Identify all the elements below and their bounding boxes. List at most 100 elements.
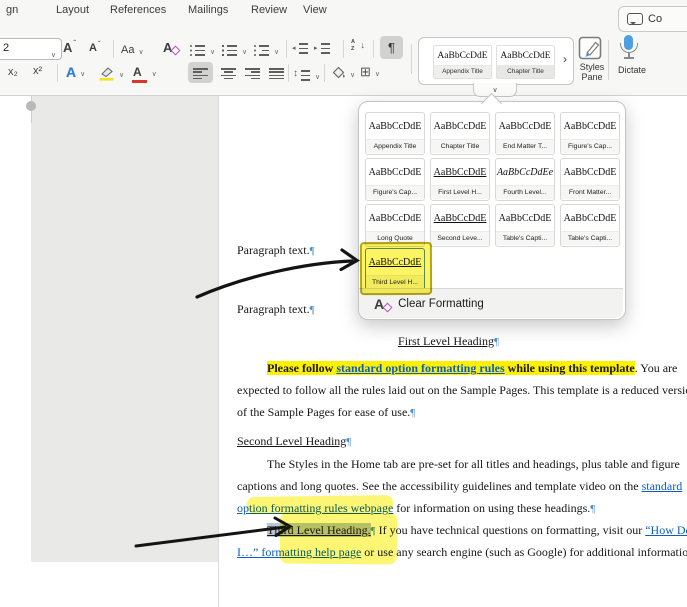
line-spacing-button[interactable] [293,66,320,84]
separator [286,40,287,58]
hyperlink[interactable]: standard option formatting rules [336,361,505,375]
style-label: End Matter T... [496,139,554,153]
line-spacing-icon [293,68,311,81]
chevron-down-icon[interactable] [49,44,56,62]
style-preview: AaBbCcDdE [500,51,551,61]
menu-style-second-level-heading[interactable]: AaBbCcDdE Second Leve... [430,204,490,247]
justify-button[interactable] [264,62,289,83]
increase-indent-icon [314,42,331,54]
grow-font-button[interactable]: Aˆ [63,39,76,55]
style-label: Appendix Title [434,65,491,78]
show-paragraph-marks-button[interactable]: ¶ [380,36,403,59]
paragraph-text-1[interactable]: Paragraph text.¶ [237,243,315,259]
style-preview: AaBbCcDdE [433,167,487,178]
style-preview: AaBbCcDdE [563,121,617,132]
style-label: First Level H... [431,185,489,199]
align-center-button[interactable] [216,62,241,83]
gallery-expand-icon[interactable]: › [563,52,567,66]
hyperlink[interactable]: “How Do [645,523,687,537]
tab-view[interactable]: View [303,4,327,16]
gallery-open-connector[interactable] [473,83,517,97]
shading-button[interactable] [331,64,355,82]
menu-style-fourth-level[interactable]: AaBbCcDdEe Fourth Level... [495,158,555,201]
clear-formatting-icon: A [374,295,385,312]
dictate-label: Dictate [617,65,646,75]
bullet-list-button[interactable] [189,41,215,59]
grow-font-icon: A [63,40,73,55]
styles-gallery: AaBbCcDdE Appendix Title AaBbCcDdE Chapt… [418,37,574,85]
menu-style-front-matter[interactable]: AaBbCcDdE Front Matter... [560,158,620,201]
style-appendix-title[interactable]: AaBbCcDdE Appendix Title [433,45,492,79]
align-left-button[interactable] [188,62,213,83]
intro-line-2[interactable]: expected to follow all the rules laid ou… [237,383,687,399]
menu-style-end-matter[interactable]: AaBbCcDdE End Matter T... [495,112,555,155]
superscript-button[interactable]: x² [33,65,42,77]
hyperlink[interactable]: standard [642,479,683,493]
intro-line-3[interactable]: of the Sample Pages for ease of use.¶ [237,405,415,421]
tab-references[interactable]: References [110,4,166,16]
styles-par-line-1[interactable]: The Styles in the Home tab are pre-set f… [267,457,680,473]
styles-pane-label: Styles [579,62,605,72]
first-level-heading[interactable]: First Level Heading¶ [237,334,660,350]
comment-bubble-icon [627,13,643,25]
text-run: captions and long quotes. See the access… [237,479,642,493]
clear-formatting-button[interactable]: A [163,40,172,55]
paragraph-text-2[interactable]: Paragraph text.¶ [237,302,315,318]
font-size-input[interactable]: 2 [0,38,62,60]
heading-text: First Level Heading [398,334,494,348]
menu-style-appendix-title[interactable]: AaBbCcDdE Appendix Title [365,112,425,155]
intro-line-1[interactable]: Please follow standard option formatting… [267,361,677,377]
style-label: Appendix Title [366,139,424,153]
pilcrow-mark: ¶ [590,503,596,515]
style-preview: AaBbCcDdEe [496,167,554,178]
comments-button[interactable]: Co [618,6,687,32]
dictate-button[interactable]: Dictate [606,65,658,75]
style-preview: AaBbCcDdE [437,51,488,61]
tab-design[interactable]: gn [6,4,18,16]
style-chapter-title[interactable]: AaBbCcDdE Chapter Title [496,45,555,79]
separator [324,64,325,82]
menu-style-first-level-heading[interactable]: AaBbCcDdE First Level H... [430,158,490,201]
pilcrow-mark: ¶ [410,407,416,419]
pilcrow-mark: ¶ [309,304,315,316]
tab-mailings[interactable]: Mailings [188,4,228,16]
style-label: Table's Capti... [496,231,554,245]
sort-button[interactable] [351,39,366,54]
second-level-heading[interactable]: Second Level Heading¶ [237,434,351,450]
menu-style-tables-caption-2[interactable]: AaBbCcDdE Table's Capti... [560,204,620,247]
dictate-mic-icon[interactable] [618,35,640,61]
increase-indent-button[interactable] [314,42,331,54]
heading-text: Second Level Heading [237,434,347,448]
menu-style-figures-caption-2[interactable]: AaBbCcDdE Figure's Cap... [365,158,425,201]
tab-review[interactable]: Review [251,4,287,16]
text-effects-button[interactable]: A [66,63,85,81]
borders-button[interactable]: ⊞ [360,63,380,81]
font-color-button[interactable]: A [132,63,157,83]
style-label: Figure's Cap... [561,139,619,153]
multilevel-list-button[interactable] [253,41,279,59]
shrink-font-button[interactable]: Aˇ [89,40,101,55]
align-right-button[interactable] [240,62,265,83]
styles-pane-icon[interactable] [578,36,604,62]
subscript-button[interactable]: x₂ [8,66,18,78]
decrease-indent-button[interactable] [292,42,309,54]
menu-style-long-quote[interactable]: AaBbCcDdE Long Quote [365,204,425,247]
highlight-color-button[interactable] [98,64,124,82]
menu-style-tables-caption[interactable]: AaBbCcDdE Table's Capti... [495,204,555,247]
yellow-marker-third-heading [279,511,398,565]
style-preview: AaBbCcDdE [563,167,617,178]
menu-style-figures-caption[interactable]: AaBbCcDdE Figure's Cap... [560,112,620,155]
style-preview: AaBbCcDdE [368,213,422,224]
scroll-knob[interactable] [26,101,36,111]
tab-layout[interactable]: Layout [56,4,89,16]
font-color-icon: A [132,65,147,83]
separator [343,40,344,58]
menu-style-chapter-title[interactable]: AaBbCcDdE Chapter Title [430,112,490,155]
separator [57,64,58,82]
paragraph-text: Paragraph text. [237,243,310,257]
styles-par-line-2[interactable]: captions and long quotes. See the access… [237,479,682,495]
change-case-button[interactable]: Aa [121,41,144,59]
numbered-list-button[interactable] [221,41,247,59]
style-label: Figure's Cap... [366,185,424,199]
style-preview: AaBbCcDdE [368,121,422,132]
